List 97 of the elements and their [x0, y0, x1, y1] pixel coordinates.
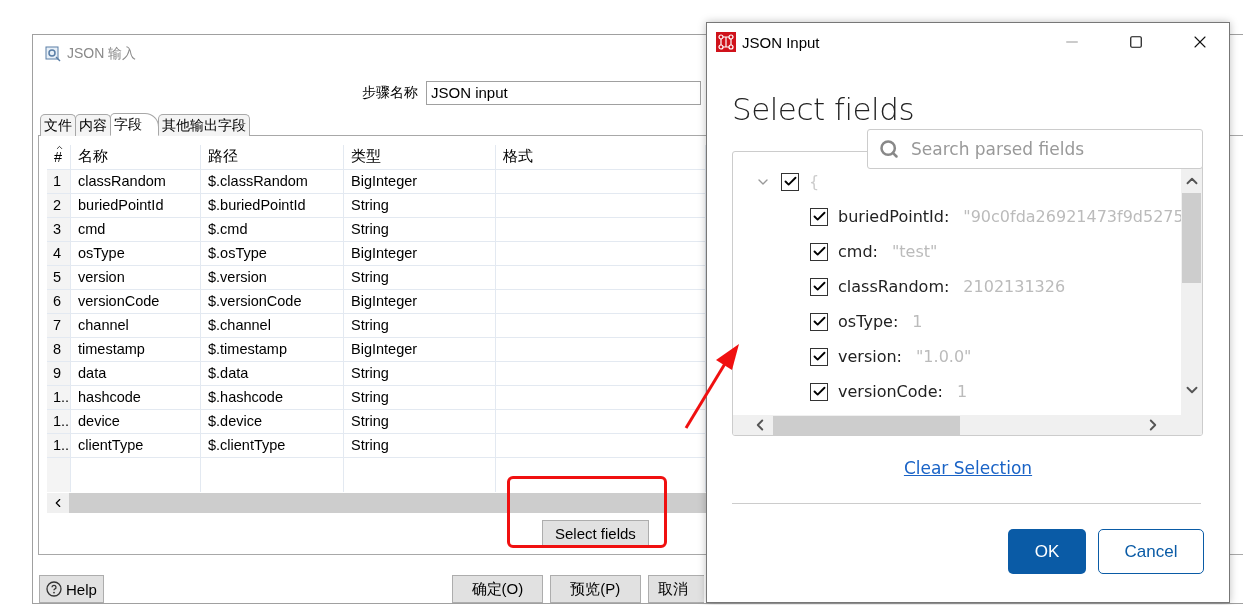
app-logo-icon — [716, 32, 736, 52]
step-name-label: 步骤名称 — [362, 83, 418, 102]
cancel-button[interactable]: Cancel — [1098, 529, 1204, 574]
row-number: 7 — [47, 312, 71, 337]
search-icon — [879, 139, 899, 159]
table-cell: cmd — [71, 216, 201, 241]
table-cell: $.osType — [201, 240, 344, 265]
checkbox[interactable] — [810, 382, 828, 401]
row-number: 4 — [47, 240, 71, 265]
checkbox[interactable] — [810, 277, 828, 296]
field-value: "test" — [891, 242, 938, 261]
table-cell: data — [71, 360, 201, 385]
table-cell: String — [344, 264, 496, 289]
row-number: 2 — [47, 192, 71, 217]
table-cell: $.cmd — [201, 216, 344, 241]
tab[interactable]: 字段 — [110, 112, 159, 136]
table-cell: $.device — [201, 408, 344, 433]
maximize-icon[interactable] — [1129, 35, 1143, 49]
table-cell: String — [344, 192, 496, 217]
table-cell: timestamp — [71, 336, 201, 361]
row-number: 3 — [47, 216, 71, 241]
table-cell: hashcode — [71, 384, 201, 409]
row-number: 8 — [47, 336, 71, 361]
tab[interactable]: 文件 — [40, 113, 76, 136]
field-value: "1.0.0" — [916, 347, 972, 366]
tree-node-label: { — [809, 172, 820, 191]
dialog-button[interactable]: 预览(P) — [549, 575, 641, 603]
help-icon — [46, 581, 62, 597]
field-name: version: — [838, 347, 902, 366]
table-cell: $.version — [201, 264, 344, 289]
table-cell: String — [344, 360, 496, 385]
table-cell: $.buriedPointId — [201, 192, 344, 217]
table-cell: $.data — [201, 360, 344, 385]
table-cell: $.hashcode — [201, 384, 344, 409]
row-number: 1.. — [47, 432, 71, 457]
table-cell: BigInteger — [344, 168, 496, 193]
column-header[interactable]: 名称 — [71, 144, 201, 169]
checkbox[interactable] — [810, 242, 828, 261]
column-header[interactable]: 类型 — [344, 144, 496, 169]
field-value: 2102131326 — [963, 277, 1066, 296]
row-number: 1.. — [47, 408, 71, 433]
checkbox[interactable] — [781, 172, 799, 191]
field-value: 1 — [912, 312, 923, 331]
row-number: 1 — [47, 168, 71, 193]
table-cell: channel — [71, 312, 201, 337]
search-field[interactable]: Search parsed fields — [867, 129, 1203, 169]
table-cell: versionCode — [71, 288, 201, 313]
step-name-field[interactable]: JSON input — [426, 80, 701, 105]
row-number — [47, 456, 71, 492]
checkbox[interactable] — [810, 207, 828, 226]
table-cell: String — [344, 384, 496, 409]
table-cell: $.classRandom — [201, 168, 344, 193]
table-cell: String — [344, 312, 496, 337]
field-name: buriedPointId: — [838, 207, 950, 226]
field-name: osType: — [838, 312, 899, 331]
row-number: 9 — [47, 360, 71, 385]
row-number: 1.. — [47, 384, 71, 409]
table-cell: $.timestamp — [201, 336, 344, 361]
dialog-button[interactable]: 取消 — [647, 575, 704, 603]
field-name: cmd: — [838, 242, 878, 261]
column-header[interactable]: 路径 — [201, 144, 344, 169]
field-name: classRandom: — [838, 277, 950, 296]
table-cell: osType — [71, 240, 201, 265]
table-cell: $.channel — [201, 312, 344, 337]
dialog-title: JSON 输入 — [67, 44, 137, 63]
dialog-button[interactable]: 确定(O) — [451, 575, 543, 603]
horizontal-scrollbar[interactable] — [47, 492, 706, 513]
table-cell: BigInteger — [344, 240, 496, 265]
table-cell: version — [71, 264, 201, 289]
table-cell: BigInteger — [344, 336, 496, 361]
column-header[interactable]: # — [47, 144, 71, 169]
clear-selection-link[interactable]: Clear Selection — [903, 458, 1033, 478]
table-cell: device — [71, 408, 201, 433]
table-cell: BigInteger — [344, 288, 496, 313]
ok-button[interactable]: OK — [1008, 529, 1086, 574]
table-cell: String — [344, 216, 496, 241]
table-cell: $.clientType — [201, 432, 344, 457]
field-name: versionCode: — [838, 382, 943, 401]
table-cell: clientType — [71, 432, 201, 457]
table-cell: classRandom — [71, 168, 201, 193]
table-cell: buriedPointId — [71, 192, 201, 217]
dialog-icon — [45, 45, 61, 62]
table-cell: $.versionCode — [201, 288, 344, 313]
table-cell: String — [344, 432, 496, 457]
tab[interactable]: 其他输出字段 — [158, 113, 250, 136]
checkbox[interactable] — [810, 347, 828, 366]
field-value: 1 — [956, 382, 968, 401]
checkbox[interactable] — [810, 312, 828, 331]
horizontal-scrollbar[interactable] — [733, 415, 1202, 435]
row-number: 6 — [47, 288, 71, 313]
select-fields-button[interactable]: Select fields — [542, 519, 649, 548]
tab[interactable]: 内容 — [75, 113, 111, 136]
row-number: 5 — [47, 264, 71, 289]
window-title: JSON Input — [742, 33, 821, 51]
table-cell: String — [344, 408, 496, 433]
help-button[interactable]: Help — [39, 575, 104, 603]
dialog-heading: Select fields — [732, 91, 916, 127]
